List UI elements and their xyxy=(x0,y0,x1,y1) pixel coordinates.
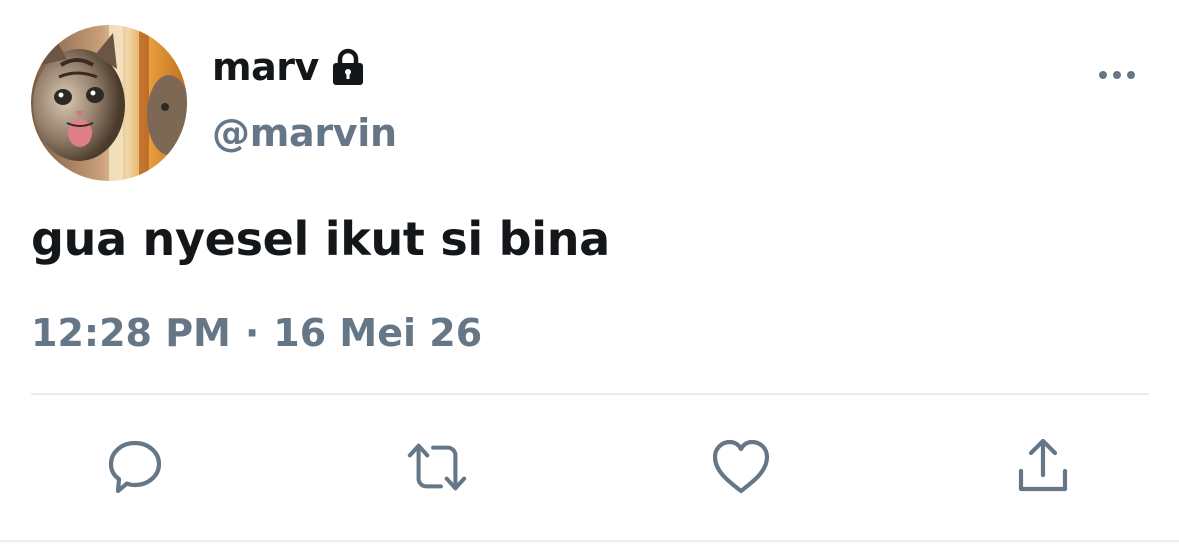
display-name[interactable]: marv xyxy=(212,42,319,92)
user-handle[interactable]: @marvin xyxy=(212,106,397,160)
heart-icon xyxy=(712,439,770,494)
retweet-icon xyxy=(407,443,467,491)
like-button[interactable] xyxy=(710,436,772,498)
tweet-card: marv @marvin gua nyesel ikut si bina 12:… xyxy=(0,0,1179,558)
kitten-avatar-image xyxy=(31,25,187,181)
reply-icon xyxy=(108,440,162,494)
share-button[interactable] xyxy=(1012,436,1074,498)
divider xyxy=(31,393,1149,395)
bottom-divider xyxy=(0,540,1179,542)
tweet-date: 16 Mei 26 xyxy=(273,311,483,355)
more-icon xyxy=(1099,71,1135,79)
retweet-button[interactable] xyxy=(406,436,468,498)
tweet-time: 12:28 PM xyxy=(31,311,231,355)
timestamp-separator: · xyxy=(244,311,260,355)
reply-button[interactable] xyxy=(104,436,166,498)
lock-icon xyxy=(327,46,369,88)
avatar[interactable] xyxy=(31,25,187,181)
share-icon xyxy=(1018,438,1068,492)
tweet-timestamp[interactable]: 12:28 PM · 16 Mei 26 xyxy=(31,305,482,361)
tweet-text: gua nyesel ikut si bina xyxy=(31,212,610,266)
author-name-row: marv xyxy=(212,42,369,92)
more-options-button[interactable] xyxy=(1094,60,1140,90)
